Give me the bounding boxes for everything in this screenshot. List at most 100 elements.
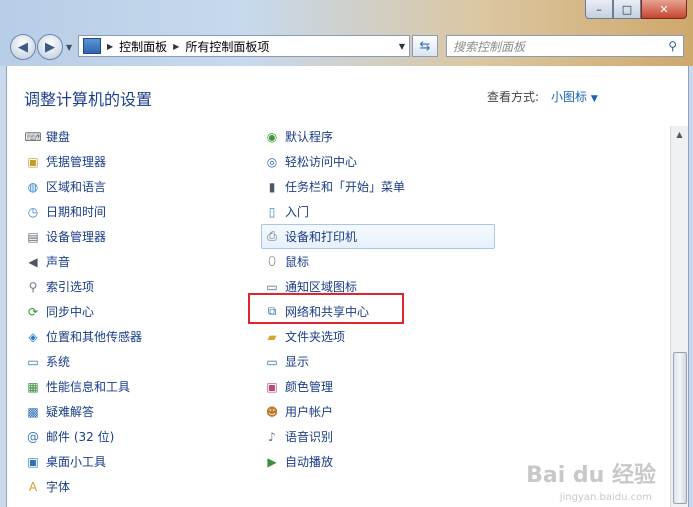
gadget-icon: ▣	[27, 454, 39, 469]
control-panel-item[interactable]: A 字体	[25, 474, 255, 499]
back-button[interactable]: ◀	[10, 34, 36, 60]
control-panel-item[interactable]: ⚲ 索引选项	[25, 274, 255, 299]
keyboard-icon: ⌨	[24, 129, 42, 144]
window-titlebar: – □ ✕ ◀ ▶ ▼ ▶ 控制面板 ▶ 所有控制面板项 ▼ ⇆ 搜索控制面板 …	[0, 0, 693, 66]
control-panel-item[interactable]: ◷ 日期和时间	[25, 199, 255, 224]
index-icon: ⚲	[28, 279, 38, 294]
item-label: 字体	[46, 480, 71, 494]
font-icon: A	[28, 479, 38, 494]
computer-icon: ▭	[27, 354, 39, 369]
control-panel-item[interactable]: ▩ 疑难解答	[25, 399, 255, 424]
control-panel-item[interactable]: ▯ 入门	[264, 199, 494, 224]
recent-pages-dropdown[interactable]: ▼	[66, 43, 72, 52]
search-icon[interactable]: ⚲	[668, 39, 677, 53]
chevron-right-icon[interactable]: ▶	[173, 42, 179, 51]
window-controls: – □ ✕	[585, 0, 687, 19]
item-label: 设备和打印机	[285, 230, 358, 244]
item-label: 同步中心	[46, 305, 95, 319]
control-panel-item[interactable]: ◍ 区域和语言	[25, 174, 255, 199]
forward-button[interactable]: ▶	[37, 34, 63, 60]
color-management-icon: ▣	[266, 379, 278, 394]
breadcrumb-all-items[interactable]: 所有控制面板项	[185, 38, 269, 55]
clock-icon: ◷	[27, 204, 39, 219]
item-label: 桌面小工具	[46, 455, 107, 469]
control-panel-item[interactable]: ▶ 自动播放	[264, 449, 494, 474]
chevron-right-icon[interactable]: ▶	[107, 42, 113, 51]
control-panel-item[interactable]: ▰ 文件夹选项	[264, 324, 494, 349]
taskbar-icon: ▮	[268, 179, 276, 194]
address-dropdown-icon[interactable]: ▼	[399, 42, 405, 51]
printer-icon: ⎙	[267, 229, 277, 243]
sync-icon: ⟳	[27, 304, 39, 319]
search-placeholder: 搜索控制面板	[453, 39, 526, 54]
control-panel-item[interactable]: ⟳ 同步中心	[25, 299, 255, 324]
address-bar[interactable]: ▶ 控制面板 ▶ 所有控制面板项 ▼	[78, 35, 410, 57]
control-panel-item[interactable]: ▮ 任务栏和「开始」菜单	[264, 174, 494, 199]
scroll-up-icon[interactable]: ▲	[671, 126, 688, 142]
item-label: 声音	[46, 255, 71, 269]
item-label: 显示	[285, 355, 310, 369]
control-panel-item[interactable]: ▦ 性能信息和工具	[25, 374, 255, 399]
control-panel-item[interactable]: ⬯ 鼠标	[264, 249, 494, 274]
view-by-label: 查看方式:	[487, 90, 540, 104]
control-panel-item[interactable]: ▭ 系统	[25, 349, 255, 374]
item-label: 区域和语言	[46, 180, 107, 194]
scroll-thumb[interactable]	[673, 352, 687, 504]
control-panel-item[interactable]: ▣ 凭据管理器	[25, 149, 255, 174]
control-panel-item[interactable]: ▤ 设备管理器	[25, 224, 255, 249]
item-label: 入门	[285, 205, 310, 219]
control-panel-item[interactable]: @ 邮件 (32 位)	[25, 424, 255, 449]
breadcrumb-control-panel[interactable]: 控制面板	[119, 38, 167, 55]
maximize-button[interactable]: □	[613, 0, 641, 19]
refresh-button[interactable]: ⇆	[412, 35, 438, 57]
credential-icon: ▣	[27, 154, 39, 169]
item-label: 邮件 (32 位)	[46, 430, 115, 444]
vertical-scrollbar[interactable]: ▲	[670, 126, 688, 507]
highlight-box	[248, 293, 404, 324]
search-input[interactable]: 搜索控制面板 ⚲	[446, 35, 684, 57]
sensor-icon: ◈	[28, 329, 38, 344]
item-label: 日期和时间	[46, 205, 107, 219]
performance-icon: ▦	[27, 379, 39, 394]
control-panel-item[interactable]: ◎ 轻松访问中心	[264, 149, 494, 174]
control-panel-item[interactable]: ▣ 颜色管理	[264, 374, 494, 399]
item-label: 性能信息和工具	[46, 380, 131, 394]
autoplay-icon: ▶	[267, 454, 277, 469]
refresh-icon: ⇆	[419, 38, 431, 54]
dropdown-arrow-icon: ▼	[590, 94, 598, 104]
folder-icon: ▰	[267, 329, 277, 344]
item-label: 文件夹选项	[285, 330, 346, 344]
item-label: 自动播放	[285, 455, 334, 469]
item-label: 疑难解答	[46, 405, 95, 419]
view-mode-dropdown[interactable]: 小图标 ▼	[551, 88, 598, 105]
microphone-icon: ♪	[268, 429, 276, 444]
forward-arrow-icon: ▶	[45, 39, 55, 55]
control-panel-item[interactable]: ⎙ 设备和打印机	[261, 224, 495, 249]
item-label: 设备管理器	[46, 230, 107, 244]
default-programs-icon: ◉	[266, 129, 278, 144]
control-panel-item[interactable]: ◉ 默认程序	[264, 124, 494, 149]
control-panel-item[interactable]: ◈ 位置和其他传感器	[25, 324, 255, 349]
minimize-button[interactable]: –	[585, 0, 613, 19]
main-content: 调整计算机的设置 查看方式: 小图标 ▼ ⌨ 键盘 ▣ 凭据管理器 ◍ 区域和语言 ◷ 日期和…	[6, 66, 689, 507]
control-panel-item[interactable]: ◀ 声音	[25, 249, 255, 274]
item-label: 凭据管理器	[46, 155, 107, 169]
item-label: 系统	[46, 355, 71, 369]
control-panel-item[interactable]: ▭ 显示	[264, 349, 494, 374]
watermark-url: jingyan.baidu.com	[559, 492, 652, 503]
mouse-icon: ⬯	[268, 254, 276, 268]
control-panel-item[interactable]: ▣ 桌面小工具	[25, 449, 255, 474]
item-label: 鼠标	[285, 255, 310, 269]
ease-of-access-icon: ◎	[266, 154, 278, 169]
speaker-icon: ◀	[28, 254, 38, 269]
user-accounts-icon: ☻	[265, 404, 279, 419]
page-title: 调整计算机的设置	[24, 90, 153, 109]
watermark-logo: Bai du 经验	[526, 463, 656, 488]
control-panel-item[interactable]: ♪ 语音识别	[264, 424, 494, 449]
back-arrow-icon: ◀	[18, 39, 28, 55]
control-panel-item[interactable]: ⌨ 键盘	[24, 124, 255, 149]
control-panel-item[interactable]: ☻ 用户帐户	[264, 399, 494, 424]
close-button[interactable]: ✕	[641, 0, 687, 19]
navigation-buttons: ◀ ▶ ▼	[10, 34, 72, 60]
display-icon: ▭	[266, 354, 278, 369]
